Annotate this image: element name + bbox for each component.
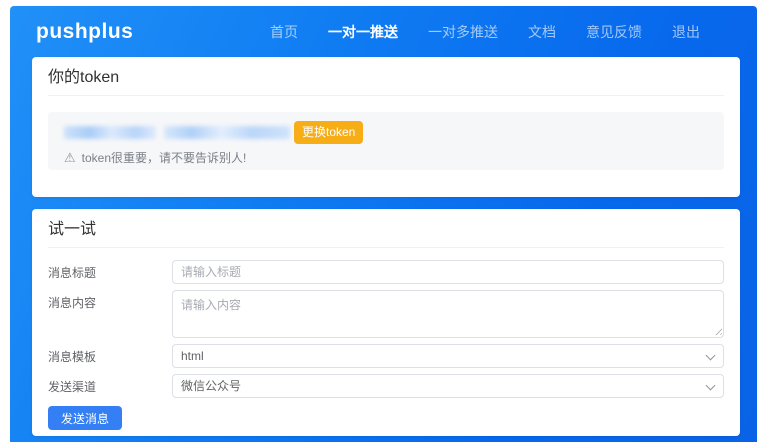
message-content-row: 消息内容: [48, 290, 724, 338]
message-template-row: 消息模板 html: [48, 344, 724, 368]
brand-logo[interactable]: pushplus: [36, 20, 133, 44]
nav-item-one-to-many[interactable]: 一对多推送: [428, 22, 498, 42]
try-card: 试一试 消息标题 消息内容 消息模板 html: [32, 209, 740, 436]
nav-item-one-to-one[interactable]: 一对一推送: [328, 22, 398, 42]
nav-item-home[interactable]: 首页: [270, 22, 298, 42]
message-template-label: 消息模板: [48, 344, 172, 368]
message-content-label: 消息内容: [48, 290, 172, 338]
message-content-textarea[interactable]: [172, 290, 724, 338]
token-panel: 更换token ⚠ token很重要，请不要告诉别人!: [48, 112, 724, 170]
message-content-field: [172, 290, 724, 338]
message-template-field: html: [172, 344, 724, 368]
message-title-input[interactable]: [172, 260, 724, 284]
send-channel-row: 发送渠道 微信公众号: [48, 374, 724, 398]
message-title-field: [172, 260, 724, 284]
send-channel-label: 发送渠道: [48, 374, 172, 398]
warning-triangle-icon: ⚠: [64, 151, 76, 165]
token-card-body: 更换token ⚠ token很重要，请不要告诉别人!: [48, 96, 724, 197]
message-title-row: 消息标题: [48, 260, 724, 284]
token-warning: ⚠ token很重要，请不要告诉别人!: [64, 151, 708, 165]
token-blur-segment: [64, 126, 156, 139]
send-channel-select[interactable]: 微信公众号: [172, 374, 724, 398]
send-message-button[interactable]: 发送消息: [48, 406, 122, 430]
nav-item-feedback[interactable]: 意见反馈: [586, 22, 642, 42]
message-title-label: 消息标题: [48, 260, 172, 284]
nav-list: 首页 一对一推送 一对多推送 文档 意见反馈 退出: [270, 22, 700, 42]
token-card-title: 你的token: [48, 57, 724, 96]
nav-item-logout[interactable]: 退出: [672, 22, 700, 42]
try-card-title: 试一试: [48, 209, 724, 248]
token-line: 更换token: [64, 121, 708, 144]
page-background: pushplus 首页 一对一推送 一对多推送 文档 意见反馈 退出 你的tok…: [10, 6, 757, 442]
token-blur-segment: [164, 126, 290, 139]
send-channel-field: 微信公众号: [172, 374, 724, 398]
token-warning-text: token很重要，请不要告诉别人!: [82, 151, 247, 165]
token-value-redacted: [64, 126, 290, 139]
try-card-body: 消息标题 消息内容 消息模板 html: [48, 248, 724, 436]
change-token-button[interactable]: 更换token: [294, 121, 363, 144]
token-card: 你的token 更换token ⚠ token很重要，请不要告诉别人!: [32, 57, 740, 197]
message-template-select[interactable]: html: [172, 344, 724, 368]
top-navbar: pushplus 首页 一对一推送 一对多推送 文档 意见反馈 退出: [10, 6, 757, 57]
nav-item-docs[interactable]: 文档: [528, 22, 556, 42]
